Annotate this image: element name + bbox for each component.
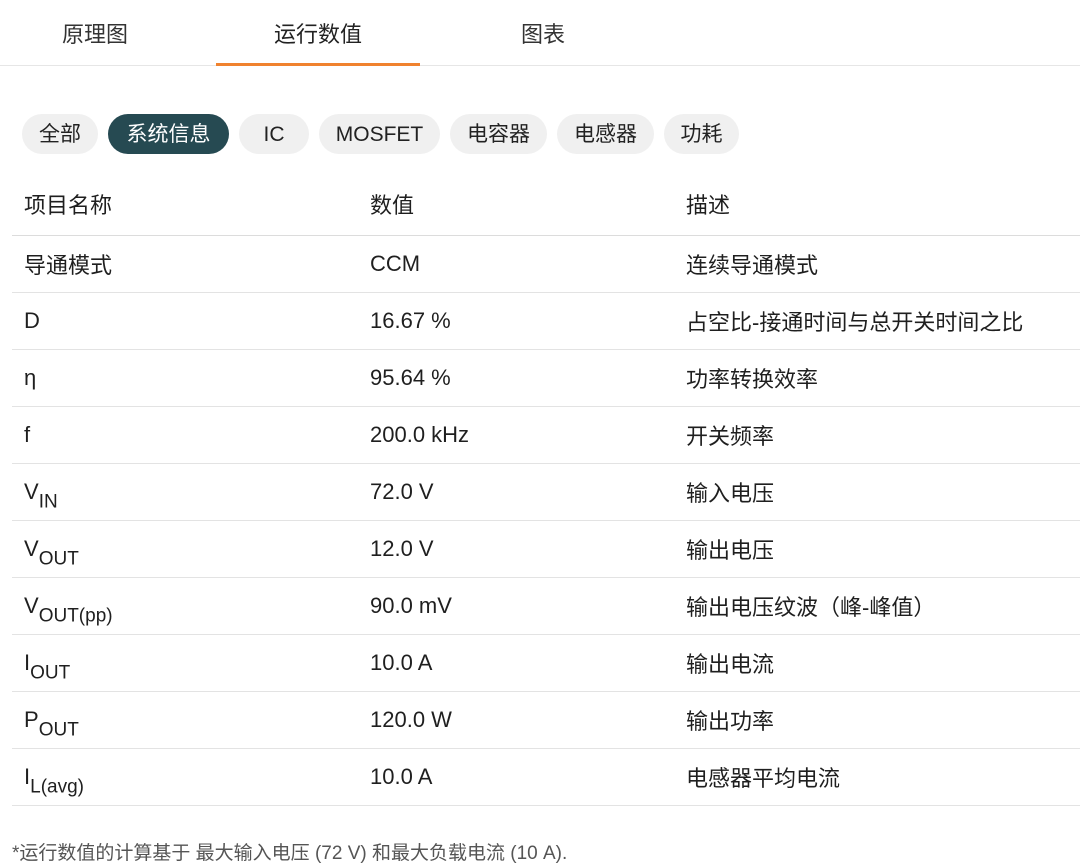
- description-cell: 输出电压纹波（峰-峰值）: [674, 577, 1080, 635]
- description-cell: 功率转换效率: [674, 349, 1080, 407]
- item-symbol-subscript: L(avg): [30, 776, 84, 798]
- value-cell: 90.0 mV: [358, 577, 674, 635]
- description-cell: 开关频率: [674, 406, 1080, 464]
- description-cell: 输入电压: [674, 463, 1080, 521]
- value-cell: 95.64 %: [358, 349, 674, 407]
- description-cell: 输出电流: [674, 634, 1080, 692]
- table-row: f 200.0 kHz 开关频率: [12, 406, 1080, 464]
- item-symbol-subscript: OUT: [38, 719, 79, 741]
- value-cell: 120.0 W: [358, 691, 674, 749]
- item-symbol: P: [24, 707, 39, 732]
- value-cell: 10.0 A: [358, 748, 674, 806]
- item-symbol-subscript: IN: [38, 491, 58, 513]
- description-cell: 占空比-接通时间与总开关时间之比: [674, 292, 1080, 350]
- filter-chip-inductor[interactable]: 电感器: [557, 114, 654, 154]
- tab-charts[interactable]: 图表: [440, 0, 646, 66]
- item-symbol: f: [24, 422, 31, 447]
- item-symbol: V: [24, 536, 39, 561]
- item-name-cell: IOUT: [12, 634, 358, 692]
- column-header-item-name: 项目名称: [12, 172, 358, 236]
- description-cell: 输出功率: [674, 691, 1080, 749]
- tab-schematic[interactable]: 原理图: [0, 0, 190, 66]
- operating-values-table: 项目名称 数值 描述 导通模式 CCM 连续导通模式 D 16.67 % 占空比…: [12, 172, 1080, 806]
- filter-chip-mosfet[interactable]: MOSFET: [319, 114, 440, 154]
- table-row: VIN 72.0 V 输入电压: [12, 463, 1080, 521]
- table-row: η 95.64 % 功率转换效率: [12, 349, 1080, 407]
- item-symbol: 导通模式: [24, 253, 113, 278]
- value-cell: 72.0 V: [358, 463, 674, 521]
- item-name-cell: VIN: [12, 463, 358, 521]
- table-row: 导通模式 CCM 连续导通模式: [12, 235, 1080, 293]
- item-name-cell: IL(avg): [12, 748, 358, 806]
- value-cell: 16.67 %: [358, 292, 674, 350]
- table-header-row: 项目名称 数值 描述: [12, 172, 1080, 236]
- description-cell: 输出电压: [674, 520, 1080, 578]
- value-cell: CCM: [358, 235, 674, 293]
- item-symbol: η: [24, 365, 37, 390]
- column-header-description: 描述: [674, 172, 1080, 236]
- tab-bar: 原理图 运行数值 图表: [0, 0, 1080, 66]
- table-row: POUT 120.0 W 输出功率: [12, 691, 1080, 749]
- item-symbol-subscript: OUT(pp): [38, 605, 113, 627]
- item-symbol: V: [24, 479, 39, 504]
- item-name-cell: POUT: [12, 691, 358, 749]
- item-name-cell: VOUT(pp): [12, 577, 358, 635]
- table-row: VOUT(pp) 90.0 mV 输出电压纹波（峰-峰值）: [12, 577, 1080, 635]
- item-symbol-subscript: OUT: [38, 548, 79, 570]
- column-header-value: 数值: [358, 172, 674, 236]
- value-cell: 12.0 V: [358, 520, 674, 578]
- item-symbol: V: [24, 593, 39, 618]
- filter-chip-capacitor[interactable]: 电容器: [450, 114, 547, 154]
- description-cell: 电感器平均电流: [674, 748, 1080, 806]
- item-name-cell: f: [12, 406, 358, 464]
- item-name-cell: η: [12, 349, 358, 407]
- item-name-cell: D: [12, 292, 358, 350]
- item-name-cell: 导通模式: [12, 235, 358, 293]
- filter-chip-all[interactable]: 全部: [22, 114, 98, 154]
- table-row: IL(avg) 10.0 A 电感器平均电流: [12, 748, 1080, 806]
- value-cell: 200.0 kHz: [358, 406, 674, 464]
- filter-chip-power-loss[interactable]: 功耗: [664, 114, 739, 154]
- table-row: VOUT 12.0 V 输出电压: [12, 520, 1080, 578]
- calculation-footnote: *运行数值的计算基于 最大输入电压 (72 V) 和最大负载电流 (10 A).: [12, 843, 568, 864]
- table-row: D 16.67 % 占空比-接通时间与总开关时间之比: [12, 292, 1080, 350]
- table-row: IOUT 10.0 A 输出电流: [12, 634, 1080, 692]
- item-name-cell: VOUT: [12, 520, 358, 578]
- tab-operating-values[interactable]: 运行数值: [216, 0, 420, 66]
- item-symbol-subscript: OUT: [30, 662, 71, 684]
- description-cell: 连续导通模式: [674, 235, 1080, 293]
- filter-chip-system-info[interactable]: 系统信息: [108, 114, 229, 154]
- item-symbol: D: [24, 308, 40, 333]
- filter-chip-ic[interactable]: IC: [239, 114, 309, 154]
- value-cell: 10.0 A: [358, 634, 674, 692]
